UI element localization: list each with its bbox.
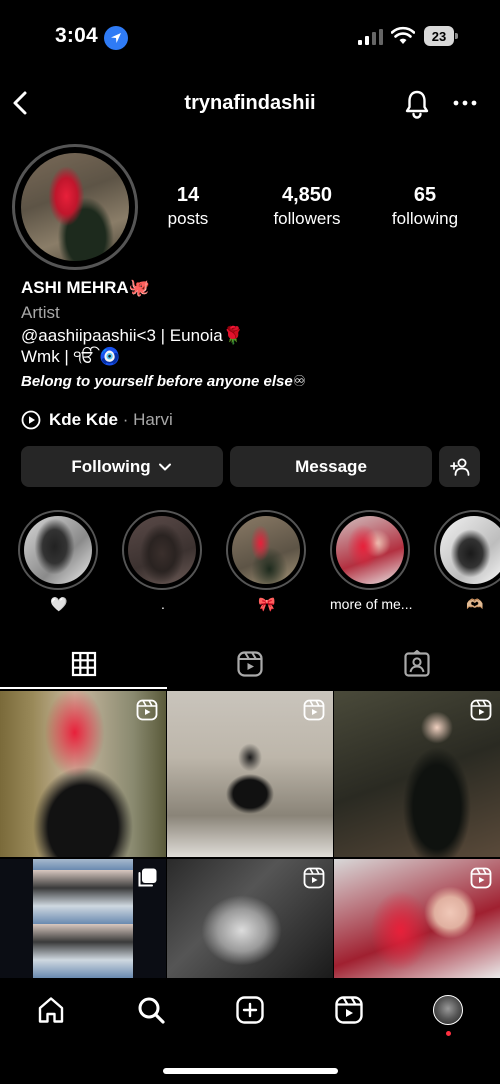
following-button[interactable]: Following <box>21 446 223 487</box>
message-button-label: Message <box>295 456 367 476</box>
search-icon[interactable] <box>136 995 166 1025</box>
highlight-label: 🎀 <box>258 596 276 612</box>
suggest-users-button[interactable] <box>439 446 480 487</box>
add-user-icon <box>449 458 469 476</box>
wifi-icon <box>391 26 415 44</box>
tagged-tab-icon[interactable] <box>403 650 431 678</box>
bio-line: Wmk | ੴ 🧿 <box>21 347 121 366</box>
battery-icon: 23 <box>424 26 458 46</box>
bio-line: Belong to yourself before anyone else♾ <box>21 373 307 390</box>
location-arrow-icon <box>104 26 128 50</box>
post-thumbnail[interactable] <box>0 859 166 978</box>
highlight-label: more of me... <box>330 596 413 612</box>
following-stat[interactable]: 65 following <box>380 184 470 229</box>
highlight-cover <box>336 516 404 584</box>
play-circle-icon <box>21 410 41 430</box>
highlight-cover <box>232 516 300 584</box>
grid-posts-tab-icon[interactable] <box>70 650 98 678</box>
reels-icon[interactable] <box>334 995 364 1025</box>
reel-icon <box>470 699 492 721</box>
avatar-image <box>21 153 129 261</box>
profile-display-name: ASHI MEHRA🐙 <box>21 278 150 297</box>
bio-line: @aashiipaashii<3 | Eunoia🌹 <box>21 326 244 345</box>
reel-icon <box>303 867 325 889</box>
highlight-label: 🫶🏼 <box>466 596 484 612</box>
status-time: 3:04 <box>55 24 98 47</box>
following-label: following <box>391 209 459 228</box>
story-highlight[interactable]: 🤍 <box>18 510 100 613</box>
home-icon[interactable] <box>36 995 66 1025</box>
chevron-down-icon <box>158 463 171 470</box>
story-highlight[interactable]: more of me... <box>330 510 412 612</box>
reel-icon <box>303 699 325 721</box>
home-indicator[interactable] <box>163 1068 338 1074</box>
notification-dot <box>446 1031 451 1036</box>
post-thumbnail[interactable] <box>167 691 333 857</box>
carousel-icon <box>138 868 157 887</box>
profile-avatar[interactable] <box>12 144 138 270</box>
reel-icon <box>470 867 492 889</box>
message-button[interactable]: Message <box>230 446 432 487</box>
highlight-cover <box>128 516 196 584</box>
post-thumbnail[interactable] <box>334 859 500 978</box>
notification-bell-icon[interactable] <box>404 89 430 119</box>
highlight-cover <box>440 516 500 584</box>
music-title: Kde Kde <box>49 410 118 429</box>
post-thumbnail[interactable] <box>0 691 166 857</box>
followers-count: 4,850 <box>281 184 333 206</box>
story-highlight[interactable]: 🎀 <box>226 510 308 613</box>
music-separator: · <box>117 410 134 429</box>
reels-tab-icon[interactable] <box>236 650 264 678</box>
more-options-icon[interactable] <box>452 90 478 116</box>
posts-label: posts <box>167 209 209 228</box>
active-tab-indicator <box>0 687 167 689</box>
battery-level: 23 <box>424 26 454 46</box>
story-highlight[interactable]: 🫶🏼 <box>434 510 500 613</box>
music-artist: Harvi <box>133 410 173 429</box>
cellular-signal-icon <box>358 29 383 45</box>
followers-stat[interactable]: 4,850 followers <box>262 184 352 229</box>
post-thumbnail[interactable] <box>334 691 500 857</box>
followers-label: followers <box>273 209 341 228</box>
profile-category: Artist <box>21 303 60 322</box>
highlight-cover <box>24 516 92 584</box>
highlight-label: . <box>161 596 165 612</box>
create-post-icon[interactable] <box>235 995 265 1025</box>
story-highlight[interactable]: . <box>122 510 204 612</box>
following-count: 65 <box>413 184 437 206</box>
following-button-label: Following <box>71 456 151 476</box>
profile-nav-avatar[interactable] <box>433 995 463 1025</box>
post-thumbnail[interactable] <box>167 859 333 978</box>
posts-count: 14 <box>176 184 200 206</box>
reel-icon <box>136 699 158 721</box>
posts-stat[interactable]: 14 posts <box>152 184 224 229</box>
highlight-label: 🤍 <box>50 596 68 612</box>
profile-music[interactable]: Kde Kde · Harvi <box>21 410 173 430</box>
